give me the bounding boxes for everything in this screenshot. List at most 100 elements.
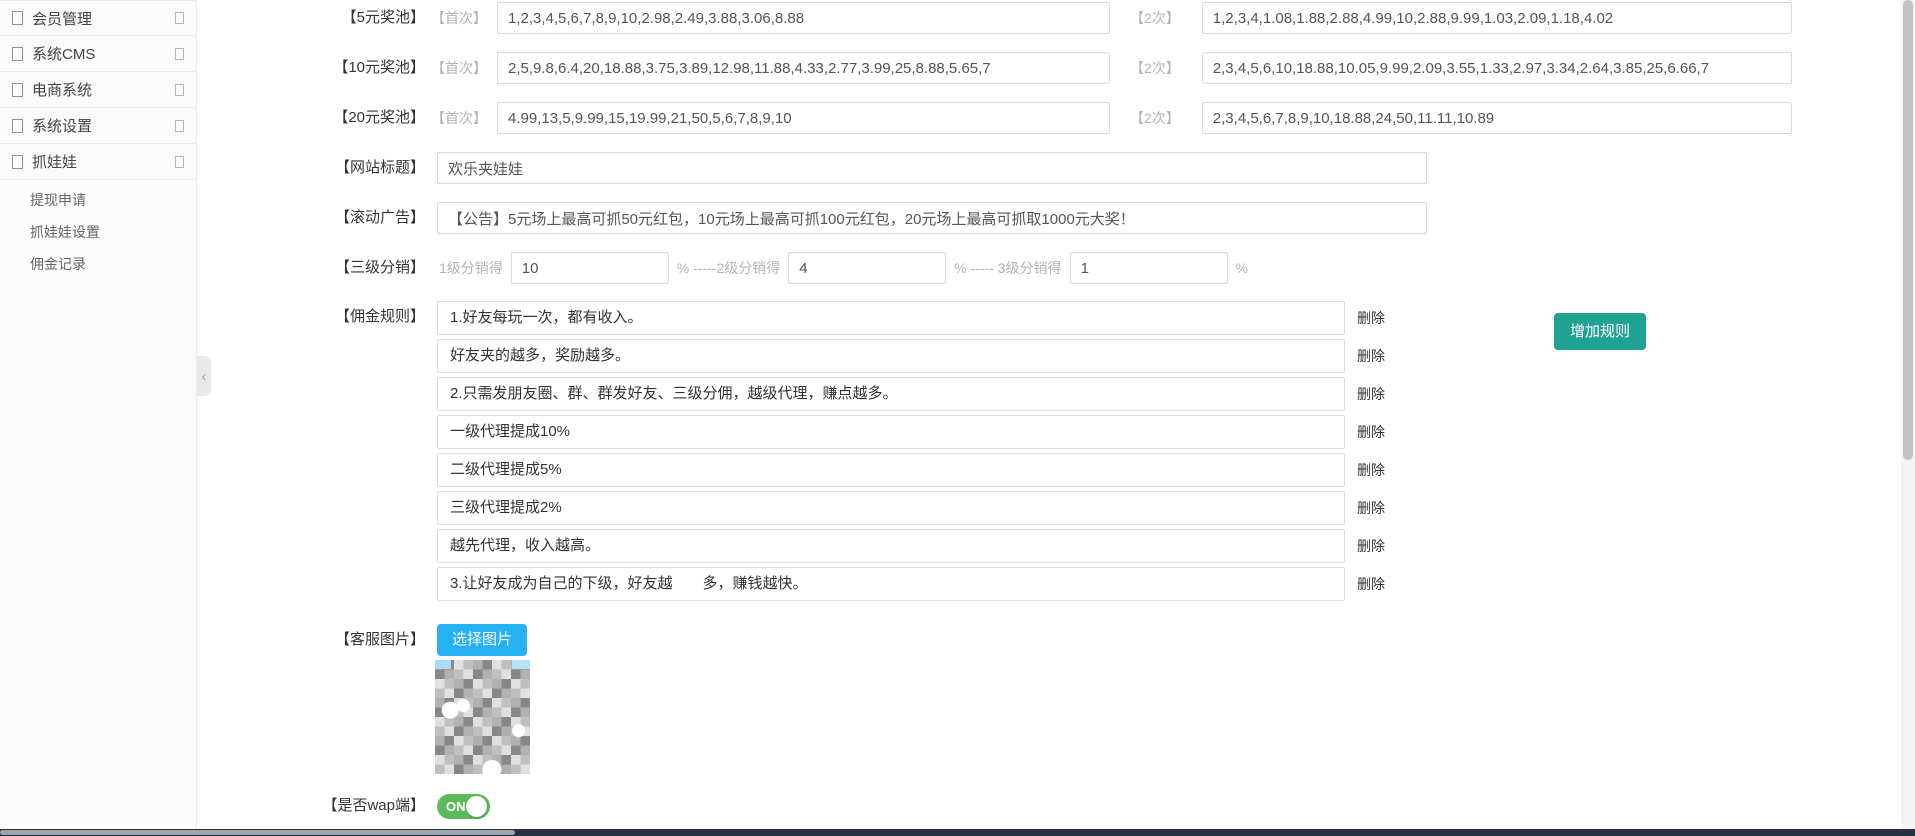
rule-row: 二级代理提成5% 删除 bbox=[437, 453, 1385, 487]
commission-rules-list: 1.好友每玩一次，都有收入。 删除 好友夹的越多，奖励越多。 删除 2.只需发朋… bbox=[437, 301, 1385, 605]
sidebar-item-claw-machine[interactable]: 抓娃娃 bbox=[0, 144, 196, 180]
chevron-icon bbox=[175, 84, 184, 96]
level2-percent-input[interactable] bbox=[788, 252, 946, 284]
rule-text-8[interactable]: 3.让好友成为自己的下级，好友越 多，赚钱越快。 bbox=[437, 567, 1345, 601]
level1-label: 1级分销得 bbox=[439, 258, 503, 278]
delete-rule-link[interactable]: 删除 bbox=[1357, 574, 1385, 594]
chevron-icon bbox=[175, 156, 184, 168]
pool-20-second-input[interactable] bbox=[1202, 102, 1792, 134]
pool-20-label: 【20元奖池】 bbox=[197, 102, 431, 134]
rule-text-6[interactable]: 三级代理提成2% bbox=[437, 491, 1345, 525]
horizontal-scrollbar bbox=[0, 829, 1915, 836]
rule-row: 三级代理提成2% 删除 bbox=[437, 491, 1385, 525]
pool-20-first-input[interactable] bbox=[497, 102, 1110, 134]
rule-text-7[interactable]: 越先代理，收入越高。 bbox=[437, 529, 1345, 563]
member-icon bbox=[12, 11, 23, 25]
cms-icon bbox=[12, 47, 23, 61]
pool-10-row: 【10元奖池】 【首次】 【2次】 bbox=[197, 52, 1897, 84]
sidebar-item-label: 电商系统 bbox=[32, 79, 92, 100]
rule-row: 好友夹的越多，奖励越多。 删除 bbox=[437, 339, 1385, 373]
settings-icon bbox=[12, 119, 23, 133]
second-time-tag: 【2次】 bbox=[1130, 108, 1180, 128]
pool-5-label: 【5元奖池】 bbox=[197, 2, 431, 34]
chevron-icon bbox=[175, 120, 184, 132]
first-time-tag: 【首次】 bbox=[431, 8, 487, 28]
pool-10-label: 【10元奖池】 bbox=[197, 52, 431, 84]
claw-submenu: 提现申请 抓娃娃设置 佣金记录 bbox=[0, 180, 196, 280]
pool-10-first-input[interactable] bbox=[497, 52, 1110, 84]
sidebar: 会员管理 系统CMS 电商系统 系统设置 抓娃娃 提现申请 抓娃娃设置 佣金记录 bbox=[0, 0, 197, 829]
pool-20-row: 【20元奖池】 【首次】 【2次】 bbox=[197, 102, 1897, 134]
scroll-ad-row: 【滚动广告】 bbox=[197, 202, 1897, 234]
rule-text-1[interactable]: 1.好友每玩一次，都有收入。 bbox=[437, 301, 1345, 335]
first-time-tag: 【首次】 bbox=[431, 108, 487, 128]
service-image-row: 【客服图片】 选择图片 bbox=[197, 624, 1897, 774]
first-time-tag: 【首次】 bbox=[431, 58, 487, 78]
scroll-ad-input[interactable] bbox=[437, 202, 1427, 234]
rule-text-4[interactable]: 一级代理提成10% bbox=[437, 415, 1345, 449]
settings-form: 【5元奖池】 【首次】 【2次】 【10元奖池】 【首次】 【2次】 【20元奖… bbox=[197, 0, 1897, 822]
rule-row: 一级代理提成10% 删除 bbox=[437, 415, 1385, 449]
site-title-label: 【网站标题】 bbox=[197, 152, 431, 184]
rule-row: 越先代理，收入越高。 删除 bbox=[437, 529, 1385, 563]
commission-rules-label: 【佣金规则】 bbox=[197, 301, 431, 333]
sidebar-item-system-cms[interactable]: 系统CMS bbox=[0, 36, 196, 72]
site-title-row: 【网站标题】 bbox=[197, 152, 1897, 184]
sidebar-subitem-commission-record[interactable]: 佣金记录 bbox=[0, 248, 196, 280]
pool-10-second-input[interactable] bbox=[1202, 52, 1792, 84]
rule-text-2[interactable]: 好友夹的越多，奖励越多。 bbox=[437, 339, 1345, 373]
sidebar-item-member-management[interactable]: 会员管理 bbox=[0, 0, 196, 36]
rule-row: 2.只需发朋友圈、群、群发好友、三级分佣，越级代理，赚点越多。 删除 bbox=[437, 377, 1385, 411]
chevron-icon bbox=[175, 12, 184, 24]
rule-text-5[interactable]: 二级代理提成5% bbox=[437, 453, 1345, 487]
pool-5-second-input[interactable] bbox=[1202, 2, 1792, 34]
sidebar-item-label: 系统CMS bbox=[32, 43, 95, 64]
distribution-label: 【三级分销】 bbox=[197, 252, 431, 284]
pool-5-first-input[interactable] bbox=[497, 2, 1110, 34]
pool-5-row: 【5元奖池】 【首次】 【2次】 bbox=[197, 2, 1897, 34]
wap-label: 【是否wap端】 bbox=[197, 790, 431, 822]
site-title-input[interactable] bbox=[437, 152, 1427, 184]
level3-percent-input[interactable] bbox=[1070, 252, 1228, 284]
service-image-label: 【客服图片】 bbox=[197, 624, 431, 656]
wap-toggle[interactable]: ON bbox=[437, 794, 490, 819]
delete-rule-link[interactable]: 删除 bbox=[1357, 498, 1385, 518]
rule-row: 3.让好友成为自己的下级，好友越 多，赚钱越快。 删除 bbox=[437, 567, 1385, 601]
rule-row: 1.好友每玩一次，都有收入。 删除 bbox=[437, 301, 1385, 335]
delete-rule-link[interactable]: 删除 bbox=[1357, 460, 1385, 480]
sidebar-item-system-settings[interactable]: 系统设置 bbox=[0, 108, 196, 144]
delete-rule-link[interactable]: 删除 bbox=[1357, 384, 1385, 404]
sidebar-item-label: 抓娃娃 bbox=[32, 151, 77, 172]
delete-rule-link[interactable]: 删除 bbox=[1357, 346, 1385, 366]
sidebar-item-label: 会员管理 bbox=[32, 8, 92, 29]
level3-label: % ----- 3级分销得 bbox=[954, 258, 1061, 278]
second-time-tag: 【2次】 bbox=[1130, 58, 1180, 78]
sidebar-subitem-withdraw-request[interactable]: 提现申请 bbox=[0, 184, 196, 216]
distribution-row: 【三级分销】 1级分销得 % -----2级分销得 % ----- 3级分销得 … bbox=[197, 252, 1897, 284]
add-rule-button[interactable]: 增加规则 bbox=[1554, 313, 1646, 350]
second-time-tag: 【2次】 bbox=[1130, 8, 1180, 28]
sidebar-item-label: 系统设置 bbox=[32, 115, 92, 136]
chevron-icon bbox=[175, 48, 184, 60]
sidebar-item-ecommerce[interactable]: 电商系统 bbox=[0, 72, 196, 108]
vertical-scrollbar-thumb[interactable] bbox=[1903, 0, 1913, 460]
sidebar-subitem-claw-settings[interactable]: 抓娃娃设置 bbox=[0, 216, 196, 248]
toggle-knob bbox=[466, 796, 487, 817]
delete-rule-link[interactable]: 删除 bbox=[1357, 536, 1385, 556]
delete-rule-link[interactable]: 删除 bbox=[1357, 422, 1385, 442]
vertical-scrollbar bbox=[1901, 0, 1915, 829]
toggle-on-text: ON bbox=[437, 794, 466, 819]
level1-percent-input[interactable] bbox=[511, 252, 669, 284]
pick-image-button[interactable]: 选择图片 bbox=[437, 624, 527, 656]
scroll-ad-label: 【滚动广告】 bbox=[197, 202, 431, 234]
percent-sign: % bbox=[1236, 260, 1248, 276]
service-image-block: 选择图片 bbox=[431, 624, 530, 774]
level2-label: % -----2级分销得 bbox=[677, 258, 780, 278]
rule-text-3[interactable]: 2.只需发朋友圈、群、群发好友、三级分佣，越级代理，赚点越多。 bbox=[437, 377, 1345, 411]
horizontal-scrollbar-thumb[interactable] bbox=[0, 830, 515, 835]
ecommerce-icon bbox=[12, 83, 23, 97]
delete-rule-link[interactable]: 删除 bbox=[1357, 308, 1385, 328]
wap-toggle-row: 【是否wap端】 ON bbox=[197, 790, 1897, 822]
service-image-preview bbox=[435, 660, 530, 774]
claw-icon bbox=[12, 155, 23, 169]
